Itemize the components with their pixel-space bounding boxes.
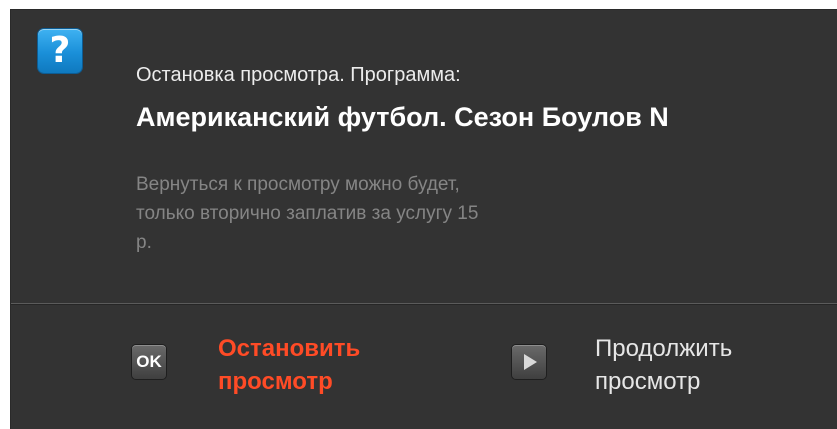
play-key-icon	[512, 345, 546, 379]
question-icon: ?	[38, 29, 82, 73]
continue-viewing-button[interactable]: Продолжить просмотр	[512, 335, 812, 410]
stop-viewing-dialog: ? Остановка просмотра. Программа: Америк…	[10, 9, 837, 429]
continue-viewing-label-line: Продолжить	[595, 335, 733, 362]
program-title: Американский футбол. Сезон Боулов N	[136, 102, 669, 132]
continue-viewing-label-line: просмотр	[595, 368, 701, 395]
continue-viewing-label: Продолжить просмотр	[595, 332, 732, 398]
notice-line: только вторично заплатив за услугу 15	[136, 203, 479, 224]
notice-text: Вернуться к просмотру можно будет, тольк…	[136, 170, 676, 257]
ok-key-label: OK	[136, 352, 162, 371]
ok-key-icon: OK	[132, 345, 166, 379]
play-icon	[524, 354, 537, 370]
dialog-subtitle: Остановка просмотра. Программа:	[136, 64, 461, 86]
stop-viewing-button[interactable]: OK Остановить просмотр	[132, 335, 432, 410]
notice-line: р.	[136, 232, 152, 253]
notice-line: Вернуться к просмотру можно будет,	[136, 174, 460, 195]
divider	[11, 303, 837, 305]
stop-viewing-label-line: Остановить	[218, 335, 361, 362]
stop-viewing-label-line: просмотр	[218, 368, 333, 395]
stop-viewing-label: Остановить просмотр	[218, 332, 360, 398]
question-glyph: ?	[49, 30, 71, 71]
